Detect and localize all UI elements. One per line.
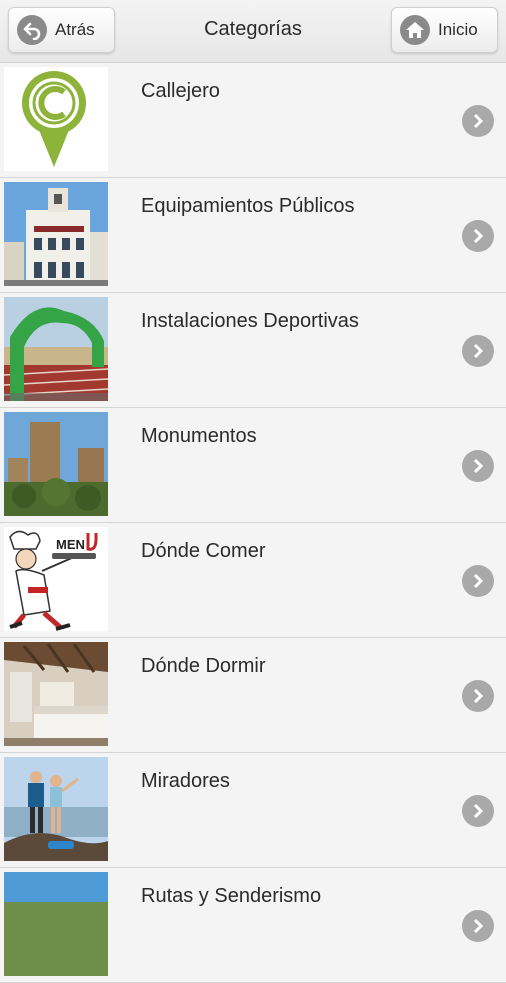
- chevron-right-icon: [462, 795, 494, 827]
- top-bar: Atrás Categorías Inicio: [0, 0, 506, 63]
- category-label: Dónde Dormir: [141, 655, 266, 677]
- castle-photo: [4, 412, 108, 516]
- town-hall-photo: [4, 182, 108, 286]
- sports-track-photo: [4, 297, 108, 401]
- landscape-photo: [4, 872, 108, 976]
- category-label: Instalaciones Deportivas: [141, 310, 359, 332]
- category-row-callejero[interactable]: Callejero: [0, 63, 506, 178]
- home-icon: [400, 15, 430, 45]
- category-row-donde-comer[interactable]: MEN Dónde Comer: [0, 523, 506, 638]
- chevron-right-icon: [462, 335, 494, 367]
- category-label: Rutas y Senderismo: [141, 885, 322, 907]
- chef-menu-illustration: MEN: [4, 527, 108, 631]
- chevron-right-icon: [462, 565, 494, 597]
- category-label: Monumentos: [141, 425, 257, 447]
- home-button-label: Inicio: [438, 20, 478, 39]
- category-row-donde-dormir[interactable]: Dónde Dormir: [0, 638, 506, 753]
- home-button[interactable]: Inicio: [391, 7, 498, 53]
- hikers-viewpoint-photo: [4, 757, 108, 861]
- category-row-rutas[interactable]: Rutas y Senderismo: [0, 868, 506, 983]
- category-row-monumentos[interactable]: Monumentos: [0, 408, 506, 523]
- chevron-right-icon: [462, 680, 494, 712]
- bedroom-photo: [4, 642, 108, 746]
- svg-text:MEN: MEN: [56, 537, 85, 552]
- chevron-right-icon: [462, 220, 494, 252]
- category-label: Equipamientos Públicos: [141, 195, 355, 217]
- category-list: Callejero Equipamientos Públicos Instala…: [0, 63, 506, 983]
- chevron-right-icon: [462, 105, 494, 137]
- category-label: Miradores: [141, 770, 230, 792]
- category-row-miradores[interactable]: Miradores: [0, 753, 506, 868]
- category-label: Dónde Comer: [141, 540, 266, 562]
- callejero-logo: [4, 67, 108, 171]
- category-row-equipamientos[interactable]: Equipamientos Públicos: [0, 178, 506, 293]
- category-label: Callejero: [141, 80, 220, 102]
- chevron-right-icon: [462, 450, 494, 482]
- chevron-right-icon: [462, 910, 494, 942]
- category-row-instalaciones[interactable]: Instalaciones Deportivas: [0, 293, 506, 408]
